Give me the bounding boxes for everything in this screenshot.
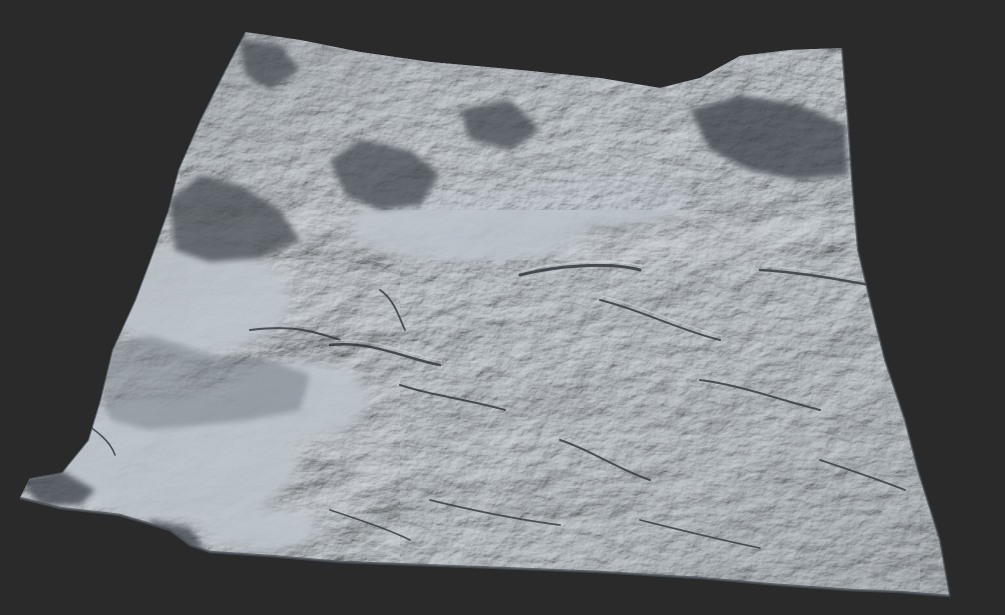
- terrain-surface: [20, 32, 950, 596]
- 3d-viewport[interactable]: [0, 0, 1005, 615]
- terrain-mesh[interactable]: [0, 0, 1005, 615]
